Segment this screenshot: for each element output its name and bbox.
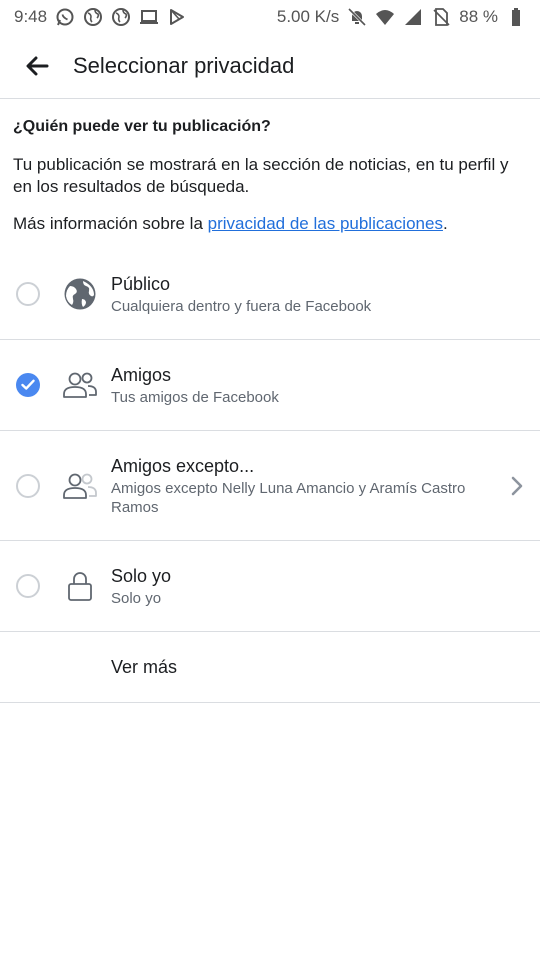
see-more-button[interactable]: Ver más [0, 632, 540, 703]
globe-icon [83, 7, 103, 27]
option-title: Amigos excepto... [111, 456, 255, 476]
see-more-label: Ver más [111, 657, 178, 677]
radio-only-me[interactable] [16, 574, 40, 598]
option-friends-except[interactable]: Amigos excepto... Amigos excepto Nelly L… [0, 431, 540, 541]
network-speed: 5.00 K/s [276, 7, 340, 26]
check-icon [21, 379, 35, 390]
privacy-link[interactable]: privacidad de las publicaciones [208, 214, 443, 233]
lock-icon [62, 568, 98, 604]
wifi-icon [375, 7, 395, 27]
option-title: Solo yo [111, 566, 172, 586]
page-title: Seleccionar privacidad [73, 53, 295, 78]
option-title: Amigos [111, 365, 172, 385]
more-info-prefix: Más información sobre la [13, 214, 208, 233]
no-sim-icon [431, 7, 451, 27]
radio-friends-except[interactable] [16, 474, 40, 498]
option-friends[interactable]: Amigos Tus amigos de Facebook [0, 340, 540, 431]
signal-icon [403, 7, 423, 27]
status-left: 9:48 [14, 7, 187, 27]
radio-friends[interactable] [16, 373, 40, 397]
status-right: 5.00 K/s 88 % [277, 7, 526, 27]
more-info-text: Más información sobre la privacidad de l… [13, 213, 523, 235]
globe-icon [111, 7, 131, 27]
status-bar: 9:48 5.00 K/s 88 % [0, 0, 540, 34]
privacy-description: Tu publicación se mostrará en la sección… [13, 155, 509, 196]
option-public-text: Público Cualquiera dentro y fuera de Fac… [111, 273, 501, 316]
status-time: 9:48 [14, 7, 48, 26]
friends-except-icon [62, 468, 98, 504]
privacy-options-list: Público Cualquiera dentro y fuera de Fac… [0, 249, 540, 703]
play-store-icon [167, 7, 187, 27]
friends-icon [62, 367, 98, 403]
option-friends-text: Amigos Tus amigos de Facebook [111, 364, 501, 407]
privacy-question: ¿Quién puede ver tu publicación? [13, 118, 271, 135]
option-subtitle: Cualquiera dentro y fuera de Facebook [111, 298, 372, 315]
option-subtitle: Amigos excepto Nelly Luna Amancio y Aram… [111, 480, 466, 516]
chevron-right-icon [508, 474, 526, 498]
arrow-left-icon [26, 56, 49, 76]
option-only-me-text: Solo yo Solo yo [111, 565, 501, 608]
battery-level: 88 % [459, 7, 498, 26]
intro-section: ¿Quién puede ver tu publicación? Tu publ… [13, 116, 523, 235]
back-button[interactable] [19, 48, 55, 84]
option-subtitle: Solo yo [111, 590, 162, 607]
bell-off-icon [347, 7, 367, 27]
radio-public[interactable] [16, 282, 40, 306]
option-only-me[interactable]: Solo yo Solo yo [0, 541, 540, 632]
more-info-suffix: . [442, 214, 448, 233]
option-title: Público [111, 274, 171, 294]
option-subtitle: Tus amigos de Facebook [111, 389, 279, 406]
battery-icon [506, 7, 526, 27]
globe-icon [62, 276, 98, 312]
laptop-icon [139, 7, 159, 27]
option-public[interactable]: Público Cualquiera dentro y fuera de Fac… [0, 249, 540, 340]
option-friends-except-text: Amigos excepto... Amigos excepto Nelly L… [111, 455, 501, 517]
whatsapp-icon [55, 7, 75, 27]
app-header: Seleccionar privacidad [0, 34, 540, 99]
